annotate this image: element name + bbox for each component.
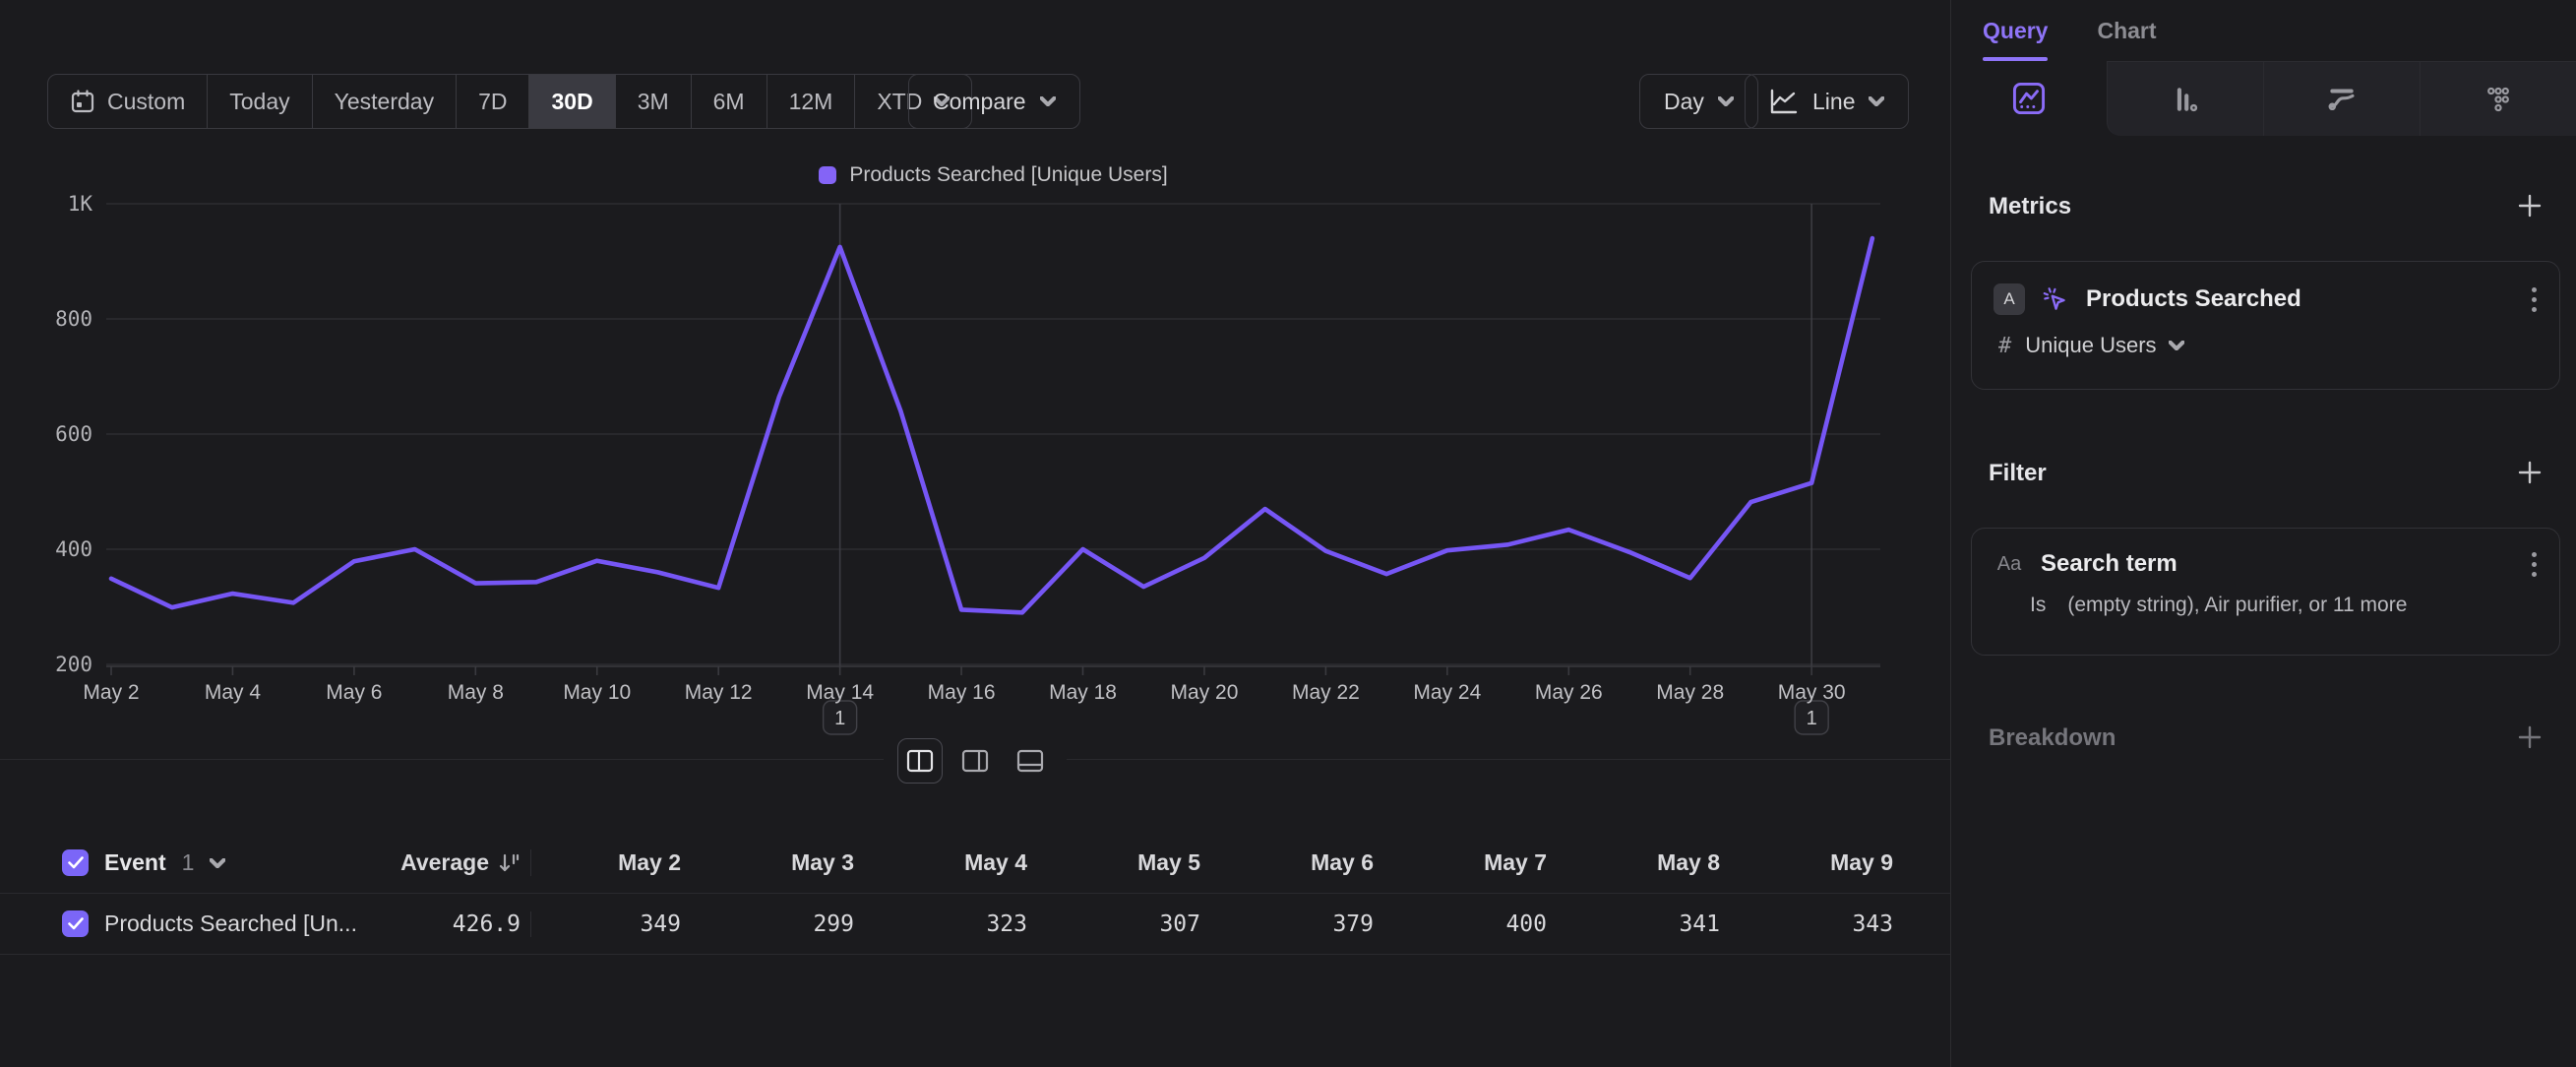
results-table: Event 1 Average May 2May 3May 4May 5May … <box>0 833 1950 955</box>
day-value-cell: 343 <box>1720 911 1893 937</box>
x-axis: May 2 May 4 May 6 May 8 May 10 May 12 May 14 Ma… <box>83 666 1880 704</box>
sort-icon[interactable] <box>499 853 521 873</box>
y-axis-label: 400 <box>55 537 92 561</box>
breakdown-heading: Breakdown <box>1989 724 2116 752</box>
filter-heading: Filter <box>1989 460 2047 487</box>
x-axis-label: May 2 <box>83 681 139 704</box>
y-axis-label: 1K <box>68 192 93 216</box>
day-value-cell: 341 <box>1547 911 1720 937</box>
chevron-down-icon[interactable] <box>210 858 225 868</box>
panel-tabs: Query Chart <box>1951 0 2576 61</box>
chevron-down-icon <box>2169 341 2184 350</box>
chart-panel: CustomTodayYesterday7D30D3M6M12MXTD Comp… <box>0 0 1950 1067</box>
filter-value-summary[interactable]: (empty string), Air purifier, or 11 more <box>2067 594 2407 617</box>
day-column-header[interactable]: May 6 <box>1200 849 1374 876</box>
day-column-header[interactable]: May 3 <box>681 849 854 876</box>
day-column-header[interactable]: May 5 <box>1027 849 1200 876</box>
tab-funnels[interactable] <box>2107 61 2263 136</box>
filter-property-name[interactable]: Search term <box>2041 550 2506 578</box>
x-axis-label: May 12 <box>685 681 753 704</box>
x-axis-label: May 14 <box>806 681 874 704</box>
event-column-header: Event <box>104 849 166 876</box>
query-builder-panel: Query Chart <box>1950 0 2576 1067</box>
layout-table-only-button[interactable] <box>1008 738 1053 784</box>
property-type-badge: Aa <box>1993 553 2025 576</box>
x-axis-label: May 24 <box>1413 681 1481 704</box>
annotations: 11 <box>824 204 1829 734</box>
x-axis-label: May 18 <box>1049 681 1117 704</box>
annotation-count: 1 <box>1807 708 1817 729</box>
annotation-count: 1 <box>834 708 845 729</box>
day-column-header[interactable]: May 2 <box>531 849 681 876</box>
metric-event-name[interactable]: Products Searched <box>2086 285 2506 313</box>
day-value-cell: 400 <box>1374 911 1547 937</box>
day-value-cell: 307 <box>1027 911 1200 937</box>
flows-icon <box>2325 83 2359 116</box>
y-axis-label: 200 <box>55 653 92 676</box>
day-column-header[interactable]: May 8 <box>1547 849 1720 876</box>
x-axis-label: May 16 <box>928 681 996 704</box>
day-value-cell: 379 <box>1200 911 1374 937</box>
x-axis-label: May 30 <box>1778 681 1846 704</box>
table-row: Products Searched [Un... 426.9 349299323… <box>0 894 1950 955</box>
x-axis-label: May 20 <box>1171 681 1239 704</box>
retention-icon <box>2482 83 2515 116</box>
day-column-header[interactable]: May 7 <box>1374 849 1547 876</box>
add-breakdown-button[interactable] <box>2517 724 2543 750</box>
day-value-cell: 349 <box>531 911 681 937</box>
layout-split-view-button[interactable] <box>897 738 943 784</box>
add-metric-button[interactable] <box>2517 193 2543 219</box>
x-axis-label: May 8 <box>448 681 504 704</box>
bar-chart-icon <box>2169 83 2202 116</box>
report-type-tabs <box>1951 61 2576 136</box>
x-axis-label: May 22 <box>1292 681 1360 704</box>
x-axis-label: May 28 <box>1656 681 1724 704</box>
aggregation-label: Unique Users <box>2025 333 2156 358</box>
day-value-cell: 323 <box>854 911 1027 937</box>
table-header-row: Event 1 Average May 2May 3May 4May 5May … <box>0 833 1950 894</box>
line-chart[interactable]: 2004006008001K11May 2May 4May 6May 8May … <box>0 0 1950 758</box>
tab-insights[interactable] <box>1951 61 2107 136</box>
metric-card[interactable]: A Products Searched # Unique Users <box>1971 261 2560 390</box>
average-column-header: Average <box>400 849 489 876</box>
tab-retention[interactable] <box>2420 61 2576 136</box>
select-all-checkbox[interactable] <box>62 849 89 876</box>
y-axis-label: 600 <box>55 422 92 446</box>
tab-chart[interactable]: Chart <box>2097 0 2156 61</box>
add-filter-button[interactable] <box>2517 460 2543 485</box>
x-axis-label: May 26 <box>1535 681 1603 704</box>
row-checkbox[interactable] <box>62 910 89 937</box>
tab-flows[interactable] <box>2263 61 2420 136</box>
aggregation-selector[interactable]: Unique Users <box>2025 333 2183 358</box>
metrics-heading: Metrics <box>1989 193 2071 220</box>
x-axis-label: May 10 <box>563 681 631 704</box>
gridlines: 200 400 600 800 1K <box>55 192 1880 676</box>
day-value-cell: 299 <box>681 911 854 937</box>
x-axis-label: May 6 <box>326 681 382 704</box>
filter-card[interactable]: Aa Search term Is (empty string), Air pu… <box>1971 528 2560 656</box>
layout-chart-only-button[interactable] <box>952 738 998 784</box>
y-axis-label: 800 <box>55 307 92 331</box>
day-column-header[interactable]: May 4 <box>854 849 1027 876</box>
series-letter-badge: A <box>1993 283 2025 315</box>
aggregation-prefix: # <box>1998 334 2011 358</box>
filter-options-kebab-icon[interactable] <box>2530 552 2538 577</box>
x-axis-label: May 4 <box>205 681 262 704</box>
insights-icon <box>2012 82 2046 115</box>
event-click-icon <box>2041 284 2070 314</box>
day-column-header[interactable]: May 9 <box>1720 849 1893 876</box>
series-line[interactable] <box>111 238 1872 612</box>
metric-options-kebab-icon[interactable] <box>2530 287 2538 312</box>
filter-operator[interactable]: Is <box>2030 594 2046 617</box>
row-average-value: 426.9 <box>453 911 521 937</box>
event-count: 1 <box>182 849 195 876</box>
layout-toggle-group <box>884 732 1067 789</box>
tab-query[interactable]: Query <box>1983 0 2048 61</box>
